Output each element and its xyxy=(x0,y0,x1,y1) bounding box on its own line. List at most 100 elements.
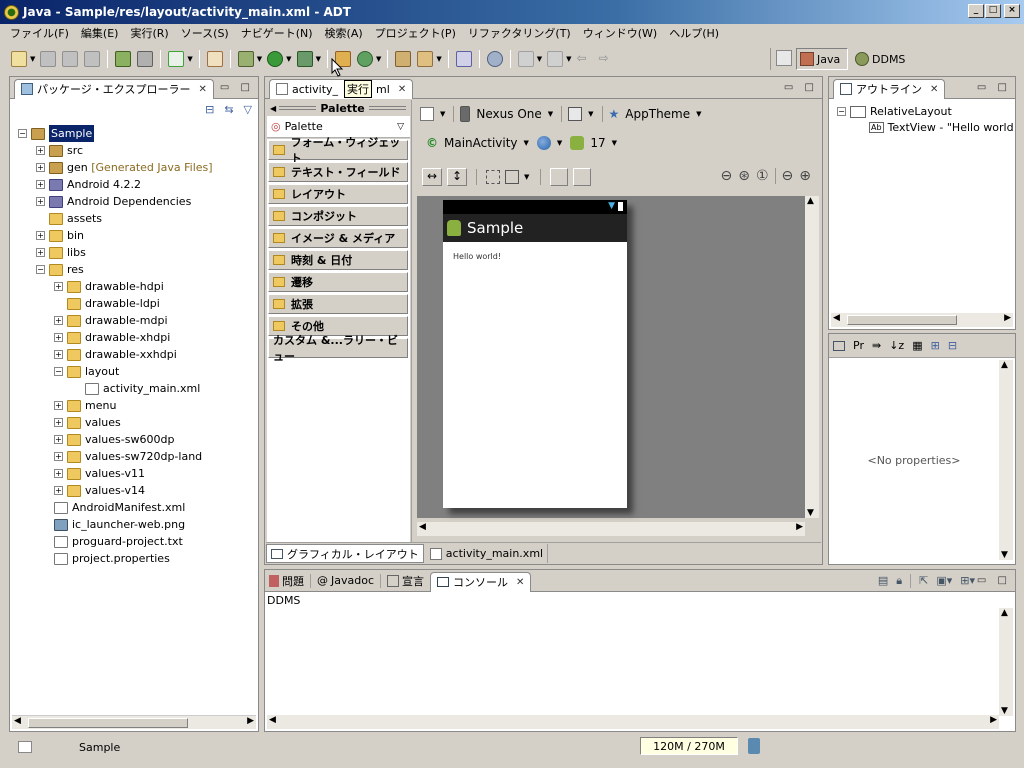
next-annotation-icon[interactable] xyxy=(517,51,534,67)
scrollbar-thumb[interactable] xyxy=(28,718,188,728)
tree-item-android-manifest[interactable]: AndroidManifest.xml xyxy=(54,499,185,516)
tree-item-values[interactable]: + values xyxy=(54,414,121,431)
tree-item-bin[interactable]: + bin xyxy=(36,227,84,244)
zoom-100-icon[interactable]: ① xyxy=(756,168,769,184)
menu-refactor[interactable]: リファクタリング(T) xyxy=(462,25,577,41)
palette-category-text-fields[interactable]: テキスト・フィールド xyxy=(268,162,408,182)
menu-edit[interactable]: 編集(E) xyxy=(75,25,125,41)
scroll-lock-icon[interactable]: 🔒︎ xyxy=(896,574,902,588)
new-java-class-icon[interactable] xyxy=(356,51,373,67)
hello-textview[interactable]: Hello world! xyxy=(443,242,627,271)
menu-project[interactable]: プロジェクト(P) xyxy=(369,25,462,41)
annotation-icon[interactable] xyxy=(486,51,503,67)
zoom-to-fit-layout-icon[interactable] xyxy=(505,170,519,184)
tab-graphical-layout[interactable]: グラフィカル・レイアウト xyxy=(266,544,424,563)
tree-item-libs[interactable]: + libs xyxy=(36,244,86,261)
tree-item-assets[interactable]: assets xyxy=(49,210,102,227)
tab-problems[interactable]: 問題 xyxy=(269,573,304,589)
display-console-icon[interactable]: ▣▾ xyxy=(936,574,952,588)
menu-window[interactable]: ウィンドウ(W) xyxy=(577,25,663,41)
close-button[interactable]: × xyxy=(1004,4,1020,18)
tree-item-values-v14[interactable]: + values-v14 xyxy=(54,482,145,499)
palette-category-form-widgets[interactable]: フォーム・ウィジェット xyxy=(268,136,408,165)
tree-item-project[interactable]: − Sample xyxy=(18,125,95,142)
tree-item-values-sw600dp[interactable]: + values-sw600dp xyxy=(54,431,174,448)
minimize-maximize-icons[interactable]: ▭ □ xyxy=(977,82,1011,93)
menu-source[interactable]: ソース(S) xyxy=(175,25,235,41)
refresh-icon[interactable] xyxy=(573,168,592,186)
tree-item-src[interactable]: + src xyxy=(36,142,83,159)
save-icon[interactable] xyxy=(40,51,57,67)
tab-xml-source[interactable]: activity_main.xml xyxy=(426,544,549,563)
tree-item-drawable-xxhdpi[interactable]: + drawable-xxhdpi xyxy=(54,346,177,363)
filter-icon[interactable]: ⇛ xyxy=(872,339,881,352)
minimize-maximize-icons[interactable]: ▭ □ xyxy=(784,82,818,93)
toggle-fill-width-icon[interactable]: ↔ xyxy=(422,168,442,186)
theme-dropdown[interactable]: AppTheme xyxy=(625,107,690,121)
previous-annotation-icon[interactable] xyxy=(547,51,564,67)
outline-item-relativelayout[interactable]: − RelativeLayout xyxy=(837,103,952,120)
locale-globe-icon[interactable] xyxy=(536,136,551,150)
tree-item-res[interactable]: − res xyxy=(36,261,84,278)
tree-item-android-422[interactable]: + Android 4.2.2 xyxy=(36,176,141,193)
tree-item-layout[interactable]: − layout xyxy=(54,363,119,380)
tree-item-values-v11[interactable]: + values-v11 xyxy=(54,465,145,482)
vertical-scrollbar[interactable]: ▲ ▼ xyxy=(999,608,1013,716)
close-icon[interactable]: ✕ xyxy=(930,84,938,95)
palette-category-time-date[interactable]: 時刻 & 日付 xyxy=(268,250,408,270)
api-level-dropdown[interactable]: 17 xyxy=(590,136,605,150)
close-icon[interactable]: ✕ xyxy=(198,84,206,95)
menu-navigate[interactable]: ナビゲート(N) xyxy=(235,25,319,41)
minimize-maximize-icons[interactable]: ▭ □ xyxy=(220,82,254,93)
android-sdk-manager-icon[interactable] xyxy=(115,51,132,67)
show-included-icon[interactable] xyxy=(550,168,569,186)
close-icon[interactable]: ✕ xyxy=(398,84,406,95)
advanced-properties-icon[interactable]: ▦ xyxy=(912,339,922,352)
palette-category-advanced[interactable]: 拡張 xyxy=(268,294,408,314)
java-perspective-button[interactable]: Java xyxy=(796,48,848,70)
palette-category-layouts[interactable]: レイアウト xyxy=(268,184,408,204)
forward-icon[interactable]: ⇨ xyxy=(598,51,615,67)
tab-declaration[interactable]: 宣言 xyxy=(387,573,424,589)
garbage-collect-icon[interactable] xyxy=(748,738,760,754)
search-icon[interactable] xyxy=(417,51,434,67)
palette-category-custom-library-views[interactable]: カスタム &...ラリー・ビュー xyxy=(268,334,408,363)
open-type-icon[interactable] xyxy=(206,51,223,67)
save-all-icon[interactable] xyxy=(62,51,79,67)
tree-item-drawable-mdpi[interactable]: + drawable-mdpi xyxy=(54,312,168,329)
print-icon[interactable] xyxy=(84,51,101,67)
tree-item-project-properties[interactable]: project.properties xyxy=(54,550,170,567)
menu-run[interactable]: 実行(R) xyxy=(124,25,174,41)
orientation-icon[interactable] xyxy=(568,107,583,121)
avd-manager-icon[interactable] xyxy=(137,51,154,67)
minimize-button[interactable]: _ xyxy=(968,4,984,18)
run-external-tools-icon[interactable] xyxy=(296,51,313,67)
open-task-icon[interactable] xyxy=(395,51,412,67)
zoom-fit-icon[interactable]: ⊛ xyxy=(738,168,750,184)
properties-tab[interactable]: Pr xyxy=(853,339,864,352)
palette-category-composite[interactable]: コンポジット xyxy=(268,206,408,226)
configuration-icon[interactable] xyxy=(420,107,434,121)
link-with-editor-icon[interactable]: ⇆ xyxy=(224,103,233,116)
toggle-fill-height-icon[interactable]: ↕ xyxy=(447,168,467,186)
collapse-all-icon[interactable]: ⊟ xyxy=(948,339,957,352)
sort-az-icon[interactable]: ↓z xyxy=(889,339,904,352)
tree-item-values-sw720dp-land[interactable]: + values-sw720dp-land xyxy=(54,448,202,465)
heap-status[interactable]: 120M / 270M xyxy=(640,737,738,755)
vertical-scrollbar[interactable]: ▲ ▼ xyxy=(999,360,1013,560)
device-dropdown[interactable]: Nexus One xyxy=(476,107,541,121)
debug-icon[interactable] xyxy=(237,51,254,67)
horizontal-scrollbar[interactable]: ◀ ▶ xyxy=(12,715,256,729)
new-icon[interactable] xyxy=(11,51,27,67)
zoom-out-icon[interactable]: ⊖ xyxy=(782,168,794,184)
pin-console-icon[interactable]: ⇱ xyxy=(919,574,928,588)
editor-tab-activity-main[interactable]: activity_ 実行 ml ✕ xyxy=(269,78,414,99)
view-menu-icon[interactable]: ▽ xyxy=(244,103,252,116)
tree-item-menu[interactable]: + menu xyxy=(54,397,116,414)
open-console-icon[interactable]: ⊞▾ xyxy=(960,574,975,588)
expand-all-icon[interactable]: ⊞ xyxy=(931,339,940,352)
tree-item-drawable-ldpi[interactable]: +drawable-ldpi xyxy=(54,295,160,312)
package-explorer-tab[interactable]: パッケージ・エクスプローラー ✕ xyxy=(14,78,214,99)
toggle-mark-occurrences-icon[interactable] xyxy=(455,51,472,67)
tab-console[interactable]: コンソール ✕ xyxy=(430,571,532,592)
